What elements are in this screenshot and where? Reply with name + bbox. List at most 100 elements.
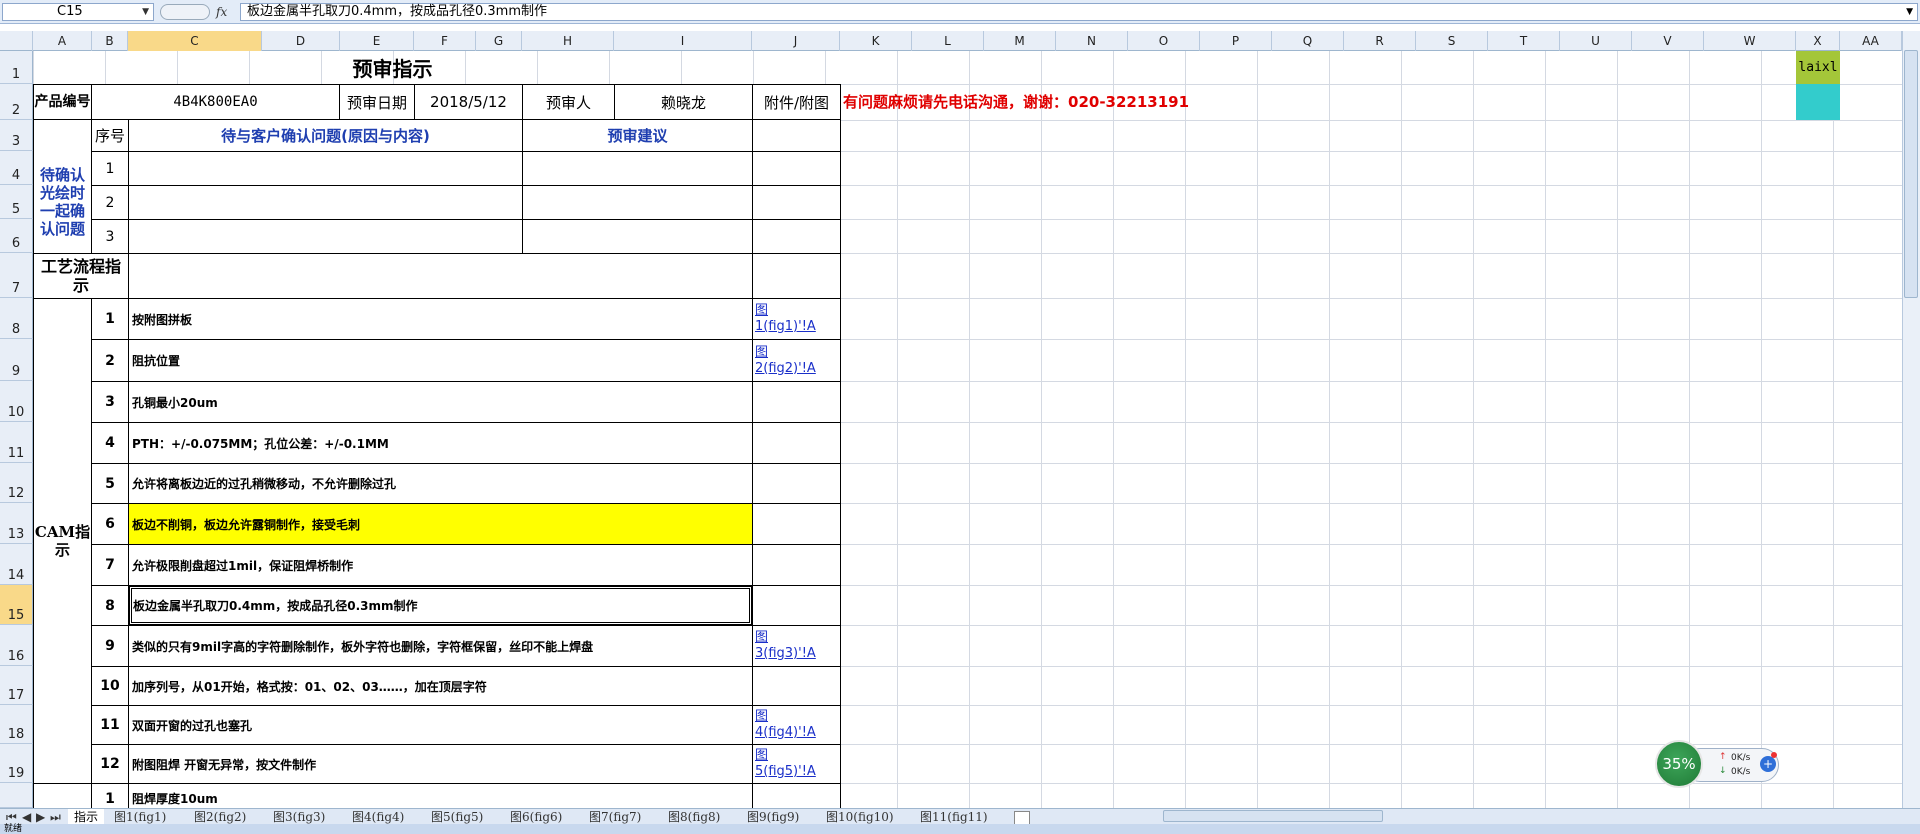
attachment-link-line2[interactable]: 4(fig4)'!A [755, 725, 816, 741]
reviewer-label[interactable]: 预审人 [522, 84, 615, 120]
sheet-tab-0[interactable]: 指示 [68, 809, 105, 825]
attachment-link-line2[interactable]: 5(fig5)'!A [755, 764, 816, 780]
row-header-1[interactable]: 1 [0, 51, 33, 84]
cam-item-attachment[interactable]: 图 5(fig5)'!A [752, 744, 841, 784]
review-date-value[interactable]: 2018/5/12 [414, 84, 523, 120]
attachment-link-line2[interactable]: 1(fig1)'!A [755, 319, 816, 335]
cam-item-text[interactable]: 允许极限削盘超过1mil，保证阻焊桥制作 [128, 544, 753, 586]
cam-item-attachment[interactable] [752, 544, 841, 586]
cam-item-text[interactable]: 按附图拼板 [128, 298, 753, 340]
tab-nav-last-icon[interactable]: ⏭ [50, 809, 61, 825]
product-no-label[interactable]: 产品编号 [33, 84, 92, 120]
row-header-12[interactable]: 12 [0, 463, 33, 503]
contact-note[interactable]: 有问题麻烦请先电话沟通，谢谢：020-32213191 [843, 84, 1343, 120]
column-header-b[interactable]: B [92, 31, 128, 51]
cam-item-text[interactable]: PTH：+/-0.075MM；孔位公差：+/-0.1MM [128, 422, 753, 464]
row-header-18[interactable]: 18 [0, 705, 33, 744]
horizontal-scroll-thumb[interactable] [1163, 810, 1383, 822]
row-header-13[interactable]: 13 [0, 503, 33, 544]
accelerate-plus-icon[interactable]: + [1760, 756, 1776, 772]
column-header-c[interactable]: C [128, 31, 262, 51]
cam-label[interactable]: CAM指示 [33, 298, 92, 784]
formula-input[interactable]: 板边金属半孔取刀0.4mm，按成品孔径0.3mm制作 ▼ [240, 3, 1918, 21]
cam-item-text[interactable]: 双面开窗的过孔也塞孔 [128, 705, 753, 745]
process-label[interactable]: 工艺流程指示 [33, 253, 129, 299]
attachment-link-line1[interactable]: 图 [755, 748, 768, 764]
tab-nav-prev-icon[interactable]: ◀ [22, 809, 31, 825]
pending-label[interactable]: 待确认光绘时一起确认问题 [33, 151, 92, 254]
row-header-20[interactable] [0, 783, 33, 808]
cam-item-attachment[interactable] [752, 585, 841, 626]
attachment-link-line1[interactable]: 图 [755, 709, 768, 725]
cam-item-no[interactable]: 2 [91, 339, 129, 382]
column-header-a[interactable]: A [33, 31, 92, 51]
sheet-tab-3[interactable]: 图3(fig3) [273, 809, 325, 825]
column-header-e[interactable]: E [340, 31, 414, 51]
pending-seq-1[interactable]: 1 [91, 151, 129, 186]
sheet-tab-9[interactable]: 图9(fig9) [747, 809, 799, 825]
process-content[interactable] [128, 253, 753, 299]
attachment-link-line2[interactable]: 2(fig2)'!A [755, 361, 816, 377]
cam-item-attachment[interactable]: 图 3(fig3)'!A [752, 625, 841, 667]
cam-item-no[interactable]: 5 [91, 463, 129, 504]
pending-suggestion-3[interactable] [522, 219, 753, 254]
suggestion-header[interactable]: 预审建议 [522, 119, 753, 152]
pending-question-2[interactable] [128, 185, 523, 220]
cell-x1[interactable]: laixl [1796, 51, 1840, 84]
row-header-14[interactable]: 14 [0, 544, 33, 585]
column-header-x[interactable]: X [1796, 31, 1840, 51]
cam-item-attachment[interactable]: 图 2(fig2)'!A [752, 339, 841, 382]
cam-item-no[interactable]: 10 [91, 666, 129, 706]
pending-attachment-2[interactable] [752, 185, 841, 220]
reviewer-value[interactable]: 赖晓龙 [614, 84, 753, 120]
cam-item-no[interactable]: 9 [91, 625, 129, 667]
column-header-o[interactable]: O [1128, 31, 1200, 51]
row-header-6[interactable]: 6 [0, 219, 33, 253]
attachment-link-line1[interactable]: 图 [755, 630, 768, 646]
review-date-label[interactable]: 预审日期 [339, 84, 415, 120]
row-header-4[interactable]: 4 [0, 151, 33, 185]
column-header-q[interactable]: Q [1272, 31, 1344, 51]
column-header-aa[interactable]: AA [1840, 31, 1902, 51]
row-header-2[interactable]: 2 [0, 84, 33, 120]
pending-seq-3[interactable]: 3 [91, 219, 129, 254]
column-header-k[interactable]: K [840, 31, 912, 51]
attachment-link-line1[interactable]: 图 [755, 345, 768, 361]
pending-suggestion-1[interactable] [522, 151, 753, 186]
row-header-9[interactable]: 9 [0, 339, 33, 381]
sheet-tab-8[interactable]: 图8(fig8) [668, 809, 720, 825]
sheet-tab-10[interactable]: 图10(fig10) [826, 809, 894, 825]
cam-item-text[interactable]: 孔铜最小20um [128, 381, 753, 423]
cam-item-text[interactable]: 类似的只有9mil字高的字符删除制作，板外字符也删除，字符框保留，丝印不能上焊盘 [128, 625, 753, 667]
cam-item-text[interactable]: 阻抗位置 [128, 339, 753, 382]
seq-label[interactable]: 序号 [91, 119, 129, 152]
product-no-value[interactable]: 4B4K800EA0 [91, 84, 340, 120]
cam-item-no[interactable]: 6 [91, 503, 129, 545]
cam-item-attachment[interactable] [752, 422, 841, 464]
process-attachment[interactable] [752, 253, 841, 299]
tab-nav-next-icon[interactable]: ▶ [36, 809, 45, 825]
row-header-3[interactable]: 3 [0, 120, 33, 151]
select-all-corner[interactable] [0, 31, 33, 51]
column-header-l[interactable]: L [912, 31, 984, 51]
row-header-8[interactable]: 8 [0, 298, 33, 339]
cam-item-attachment[interactable]: 图 1(fig1)'!A [752, 298, 841, 340]
column-header-f[interactable]: F [414, 31, 476, 51]
cam-item-attachment[interactable] [752, 463, 841, 504]
sheet-tab-1[interactable]: 图1(fig1) [114, 809, 166, 825]
chevron-down-icon[interactable]: ▼ [142, 4, 149, 20]
pending-suggestion-2[interactable] [522, 185, 753, 220]
attachment-label[interactable]: 附件/附图 [752, 84, 841, 120]
cell-x2[interactable] [1796, 84, 1840, 120]
vertical-scroll-thumb[interactable] [1904, 50, 1918, 298]
attachment-link-line2[interactable]: 3(fig3)'!A [755, 646, 816, 662]
insert-sheet-icon[interactable] [1014, 811, 1030, 825]
pending-question-1[interactable] [128, 151, 523, 186]
column-header-m[interactable]: M [984, 31, 1056, 51]
row-header-16[interactable]: 16 [0, 625, 33, 666]
column-header-n[interactable]: N [1056, 31, 1128, 51]
row-header-19[interactable]: 19 [0, 744, 33, 783]
row-header-7[interactable]: 7 [0, 253, 33, 298]
sheet-tab-5[interactable]: 图5(fig5) [431, 809, 483, 825]
attachment-cell-3[interactable] [752, 119, 841, 152]
